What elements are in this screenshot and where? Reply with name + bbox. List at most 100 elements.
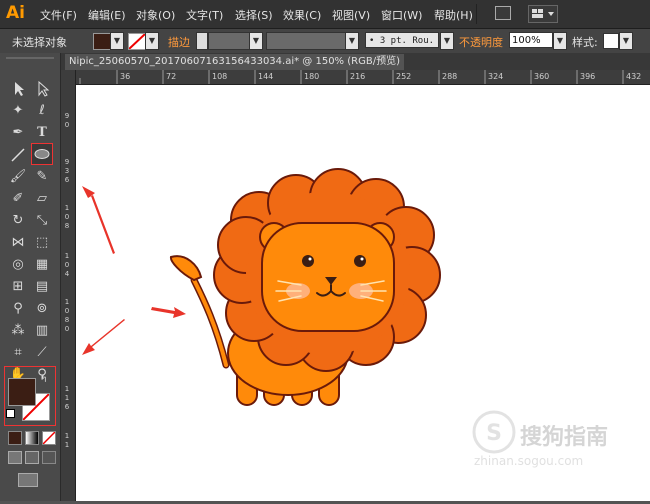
line-tool-icon[interactable]	[8, 145, 28, 165]
control-bar: 未选择对象 ▼ ▼ 描边 ▼ ▼ • 3 pt. Rou. ▼ 不透明度 100…	[0, 29, 650, 54]
magic-wand-icon[interactable]: ✦	[8, 101, 28, 121]
draw-inside-icon[interactable]	[42, 451, 56, 464]
gradient-tool-icon[interactable]: ▤	[32, 277, 52, 297]
paintbrush-tool-icon[interactable]: 🖌	[8, 167, 28, 187]
draw-normal-icon[interactable]	[8, 451, 22, 464]
eraser-tool-icon[interactable]: ▱	[32, 189, 52, 209]
ruler-label: 180	[304, 72, 320, 81]
ruler-label: 8	[64, 316, 70, 324]
ruler-label: 144	[258, 72, 274, 81]
draw-behind-icon[interactable]	[25, 451, 39, 464]
ruler-label: 108	[212, 72, 228, 81]
ruler-label: 0	[64, 213, 70, 221]
ruler-label: 1	[64, 441, 70, 449]
menu-object[interactable]: 对象(O)	[136, 7, 175, 23]
document-tab-bar: Nipic_25060570_20170607163156433034.ai* …	[61, 53, 650, 70]
svg-text:S: S	[486, 421, 502, 446]
opacity-dropdown[interactable]: ▼	[553, 32, 567, 50]
ellipse-tool-icon[interactable]	[31, 143, 53, 165]
type-tool-icon[interactable]: T	[32, 123, 52, 143]
ruler-label: 36	[120, 72, 131, 81]
ruler-label: 0	[64, 307, 70, 315]
perspective-grid-icon[interactable]: ▦	[32, 255, 52, 275]
ruler-label: 8	[64, 222, 70, 230]
stroke-weight-dropdown[interactable]: ▼	[249, 32, 263, 50]
variable-width-dropdown[interactable]: ▼	[345, 32, 359, 50]
direct-selection-tool-icon[interactable]	[32, 79, 52, 99]
stroke-stepper[interactable]	[196, 32, 208, 50]
pen-tool-icon[interactable]: ✒	[8, 123, 28, 143]
grid-icon	[532, 9, 554, 18]
menu-effect[interactable]: 效果(C)	[283, 7, 321, 23]
document-tab[interactable]: Nipic_25060570_20170607163156433034.ai* …	[65, 54, 404, 70]
ruler-label: 0	[64, 325, 70, 333]
default-colors-icon[interactable]	[6, 409, 15, 418]
swap-colors-icon[interactable]: ↰	[40, 375, 48, 385]
ruler-label: 72	[166, 72, 177, 81]
app-logo: Ai	[6, 3, 25, 23]
watermark-text: 搜狗指南	[520, 425, 609, 450]
ruler-label: 1	[64, 432, 70, 440]
fill-dropdown[interactable]: ▼	[110, 32, 124, 50]
fill-color-box[interactable]	[8, 378, 36, 406]
none-mode-icon[interactable]	[42, 431, 56, 445]
mesh-tool-icon[interactable]: ⊞	[8, 277, 28, 297]
style-dropdown[interactable]: ▼	[619, 32, 633, 50]
ruler-label: 6	[64, 403, 70, 411]
menu-view[interactable]: 视图(V)	[332, 7, 370, 23]
blend-tool-icon[interactable]: ⊚	[32, 299, 52, 319]
color-mode-icon[interactable]	[8, 431, 22, 445]
column-graph-icon[interactable]: ▥	[32, 321, 52, 341]
width-tool-icon[interactable]: ⋈	[8, 233, 28, 253]
ruler-label: 9	[64, 112, 70, 120]
ruler-label: 360	[534, 72, 550, 81]
artboard[interactable]: S 搜狗指南 zhinan.sogou.com	[76, 85, 650, 501]
ruler-label: 3	[64, 167, 70, 175]
artboard-tool-icon[interactable]: ⌗	[8, 343, 28, 363]
menu-type[interactable]: 文字(T)	[186, 7, 223, 23]
brush-definition[interactable]: • 3 pt. Rou.	[365, 32, 439, 48]
ruler-label: 252	[396, 72, 412, 81]
workspace-switcher[interactable]	[528, 5, 558, 23]
ruler-label: 0	[64, 121, 70, 129]
opacity-label[interactable]: 不透明度	[459, 34, 503, 50]
ruler-label: 396	[580, 72, 596, 81]
lasso-tool-icon[interactable]: ℓ	[32, 101, 52, 121]
menu-help[interactable]: 帮助(H)	[434, 7, 473, 23]
brush-dropdown[interactable]: ▼	[440, 32, 454, 50]
stroke-swatch[interactable]	[128, 33, 146, 50]
bridge-icon[interactable]	[495, 6, 511, 20]
menu-window[interactable]: 窗口(W)	[381, 7, 422, 23]
ruler-label: 6	[64, 176, 70, 184]
fill-swatch[interactable]	[93, 33, 111, 50]
scale-tool-icon[interactable]: ⤡	[32, 211, 52, 231]
opacity-input[interactable]: 100%	[509, 32, 553, 48]
free-transform-icon[interactable]: ⬚	[32, 233, 52, 253]
ruler-label: 1	[64, 252, 70, 260]
menu-select[interactable]: 选择(S)	[235, 7, 273, 23]
slice-tool-icon[interactable]: ⟋	[32, 343, 52, 363]
stroke-label[interactable]: 描边	[168, 34, 190, 50]
stroke-weight-input[interactable]	[208, 32, 250, 50]
variable-width-profile[interactable]	[266, 32, 346, 50]
blob-brush-icon[interactable]: ✐	[8, 189, 28, 209]
eyedropper-icon[interactable]: ⚲	[8, 299, 28, 319]
vertical-ruler: 9 0 9 3 6 1 0 8 1 0 4 1 0 8 0 1 1 6 1 1	[61, 70, 76, 501]
selection-tool-icon[interactable]	[8, 79, 28, 99]
menu-edit[interactable]: 编辑(E)	[88, 7, 126, 23]
ruler-label: 1	[64, 204, 70, 212]
stroke-dropdown[interactable]: ▼	[145, 32, 159, 50]
shape-builder-icon[interactable]: ◎	[8, 255, 28, 275]
menu-bar: Ai 文件(F) 编辑(E) 对象(O) 文字(T) 选择(S) 效果(C) 视…	[0, 0, 650, 29]
rotate-tool-icon[interactable]: ↻	[8, 211, 28, 231]
ruler-label: 288	[442, 72, 458, 81]
pencil-tool-icon[interactable]: ✎	[32, 167, 52, 187]
ruler-label: 1	[64, 298, 70, 306]
ruler-label: 432	[626, 72, 642, 81]
screen-mode-icon[interactable]	[18, 473, 38, 487]
menu-file[interactable]: 文件(F)	[40, 7, 77, 23]
style-swatch[interactable]	[603, 33, 619, 49]
gradient-mode-icon[interactable]	[25, 431, 39, 445]
selection-status: 未选择对象	[12, 36, 67, 49]
symbol-sprayer-icon[interactable]: ⁂	[8, 321, 28, 341]
